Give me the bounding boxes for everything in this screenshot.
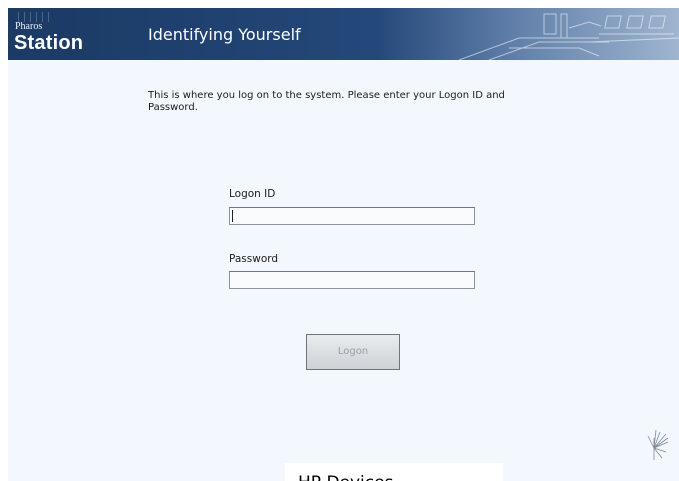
sparkle-logo-icon xyxy=(647,429,669,460)
logon-id-label: Logon ID xyxy=(229,188,276,200)
logon-id-input[interactable] xyxy=(229,207,475,225)
logo-brand-station: Station xyxy=(14,32,84,54)
page-title: Identifying Yourself xyxy=(148,25,301,44)
logon-button[interactable]: Logon xyxy=(306,334,400,370)
intro-text: This is where you log on to the system. … xyxy=(148,90,505,113)
header-banner: Pharos Station Identifying Yourself xyxy=(8,8,679,60)
office-desks-illustration-icon xyxy=(458,13,679,60)
logo-brand-small: Pharos xyxy=(15,21,43,32)
caption-label: HP Devices xyxy=(285,463,503,481)
pharos-station-screen: Pharos Station Identifying Yourself This… xyxy=(8,8,679,481)
password-label: Password xyxy=(229,253,279,265)
password-input[interactable] xyxy=(229,271,475,289)
text-cursor xyxy=(232,210,233,222)
